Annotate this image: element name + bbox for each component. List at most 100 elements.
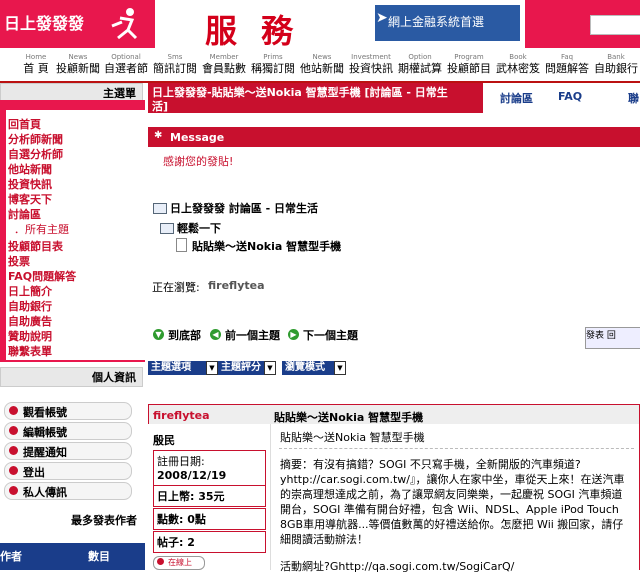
arrow-left-icon: ◀ — [210, 329, 221, 340]
post-body-title: 貼貼樂～送Nokia 智慧型手機 — [280, 431, 425, 444]
nav-zh: 稱獨訂閱 — [251, 62, 295, 75]
nav-zh: 會員點數 — [202, 62, 246, 75]
posts-box: 帖子: 2 — [153, 531, 266, 553]
post-body: 貼貼樂～送Nokia 智慧型手機 摘要：有沒有搞錯？SOGI 不只寫手機，全新開… — [280, 430, 630, 574]
nav-optional[interactable]: Optional 自選者節 — [102, 53, 150, 76]
menu-item[interactable]: 投顧節目表 — [8, 238, 63, 254]
topic-rating-select[interactable]: 主題評分 — [218, 361, 268, 375]
post-divider — [279, 448, 634, 449]
nav-faq[interactable]: Faq 問題解答 — [543, 53, 591, 76]
envelope-icon — [153, 203, 167, 214]
menu-item[interactable]: 回首頁 — [8, 116, 41, 132]
menu-item[interactable]: 投票 — [8, 253, 30, 269]
forum-link[interactable]: 討論區 — [500, 90, 533, 106]
nav-book[interactable]: Book 武林密笈 — [494, 53, 542, 76]
menu-item[interactable]: 自助銀行 — [8, 298, 52, 314]
post-event-link[interactable]: 活動網址?Ghttp://qa.sogi.com.tw/SogiCarQ/ — [280, 559, 630, 574]
faq-link[interactable]: FAQ — [558, 90, 582, 103]
dropdown-arrow-icon[interactable]: ▼ — [264, 361, 276, 375]
nav-zh: 自助銀行 — [594, 62, 638, 75]
reg-date: 2008/12/19 — [157, 469, 227, 482]
service-title: 服務 — [205, 12, 318, 50]
top-posters-table: 作者 數目 — [0, 543, 145, 570]
table-header: 數目 — [88, 550, 110, 563]
online-label: 在線上 — [168, 558, 192, 567]
view-account-button[interactable]: 觀看帳號 — [4, 402, 132, 420]
button-label: 編輯帳號 — [23, 426, 67, 439]
user-info-title: 個人資訊 — [0, 367, 143, 387]
envelope-icon — [160, 223, 174, 234]
message-title: Message — [170, 131, 225, 144]
reg-label: 註冊日期: — [157, 455, 205, 468]
viewing-label: 正在瀏覽: — [152, 281, 200, 294]
menu-item[interactable]: 分析師新聞 — [8, 131, 63, 147]
nav-option[interactable]: Option 期權試算 — [396, 53, 444, 76]
menu-item[interactable]: 日上簡介 — [8, 283, 52, 299]
nav-sms[interactable]: Sms 簡訊訂閱 — [151, 53, 199, 76]
menu-item[interactable]: 博客天下 — [8, 191, 52, 207]
post-author[interactable]: fireflytea — [153, 409, 210, 422]
coins-box: 日上幣: 35元 — [153, 485, 266, 507]
private-message-button[interactable]: 私人傳訊 — [4, 482, 132, 500]
nav-en: Faq — [560, 53, 574, 61]
next-topic-button[interactable]: 下一個主題 — [303, 327, 358, 343]
author-rank: 殷民 — [153, 434, 175, 447]
status-dot-icon — [157, 558, 164, 565]
arrow-right-icon: ▶ — [288, 329, 299, 340]
menu-item[interactable]: 自選分析師 — [8, 146, 63, 162]
registration-box: 註冊日期: 2008/12/19 — [153, 450, 266, 486]
menu-item[interactable]: 聯繫表單 — [8, 343, 52, 359]
nav-zh: 他站新聞 — [300, 62, 344, 75]
reply-button[interactable]: 發表 回 — [585, 327, 640, 349]
document-icon — [176, 238, 187, 252]
edit-account-button[interactable]: 編輯帳號 — [4, 422, 132, 440]
menu-item[interactable]: 自助廣告 — [8, 313, 52, 329]
nav-en: Optional — [111, 53, 141, 61]
nav-zh: 簡訊訂閱 — [153, 62, 197, 75]
bullet-icon — [9, 406, 18, 415]
topic-options-select[interactable]: 主題選項 — [148, 361, 210, 375]
nav-investment[interactable]: Investment 投資快訊 — [347, 53, 395, 76]
breadcrumb-relax[interactable]: 輕鬆一下 — [177, 220, 221, 236]
search-input[interactable] — [590, 15, 640, 35]
nav-en: Prims — [263, 53, 283, 61]
dropdown-arrow-icon[interactable]: ▼ — [206, 361, 218, 375]
dropdown-arrow-icon[interactable]: ▼ — [334, 361, 346, 375]
menu-item[interactable]: 贊助說明 — [8, 328, 52, 344]
contact-link[interactable]: 聯 — [628, 90, 639, 106]
nav-en: Home — [25, 53, 47, 61]
menu-item[interactable]: 投資快訊 — [8, 176, 52, 192]
nav-other-news[interactable]: News 他站新聞 — [298, 53, 346, 76]
prev-topic-button[interactable]: 前一個主題 — [225, 327, 280, 343]
nav-prims[interactable]: Prims 稱獨訂閱 — [249, 53, 297, 76]
bullet-icon — [9, 446, 18, 455]
logout-button[interactable]: 登出 — [4, 462, 132, 480]
menu-item[interactable]: 討論區 — [8, 206, 41, 222]
nav-news[interactable]: News 投顧新聞 — [55, 53, 101, 76]
button-label: 提醒通知 — [23, 446, 67, 459]
bullet-icon — [9, 466, 18, 475]
to-bottom-button[interactable]: 到底部 — [168, 327, 201, 343]
notifications-button[interactable]: 提醒通知 — [4, 442, 132, 460]
button-label: 觀看帳號 — [23, 406, 67, 419]
nav-zh: 武林密笈 — [496, 62, 540, 75]
nav-bank[interactable]: Bank 自助銀行 — [592, 53, 640, 76]
view-mode-select[interactable]: 瀏覽模式 — [282, 361, 338, 375]
breadcrumb-topic[interactable]: 貼貼樂～送Nokia 智慧型手機 — [192, 238, 341, 254]
nav-program[interactable]: Program 投顧節目 — [445, 53, 493, 76]
menu-item[interactable]: 他站新聞 — [8, 161, 52, 177]
post-subject: 貼貼樂～送Nokia 智慧型手機 — [274, 411, 424, 424]
nav-en: Program — [454, 53, 484, 61]
nav-en: News — [312, 53, 332, 61]
nav-member[interactable]: Member 會員點數 — [200, 53, 248, 76]
top-posters-title: 最多發表作者 — [0, 511, 143, 531]
points-box: 點數: 0點 — [153, 508, 266, 530]
nav-zh: 期權試算 — [398, 62, 442, 75]
arrow-down-icon: ▼ — [153, 329, 164, 340]
breadcrumb-forum[interactable]: 日上發發發 討論區 - 日常生活 — [170, 200, 318, 216]
menu-subitem[interactable]: ．所有主題 — [14, 221, 69, 237]
nav-home[interactable]: Home 首 頁 — [18, 53, 54, 76]
menu-item[interactable]: FAQ問題解答 — [8, 268, 76, 284]
viewing-user[interactable]: fireflytea — [208, 279, 265, 292]
nav-en: Book — [509, 53, 527, 61]
